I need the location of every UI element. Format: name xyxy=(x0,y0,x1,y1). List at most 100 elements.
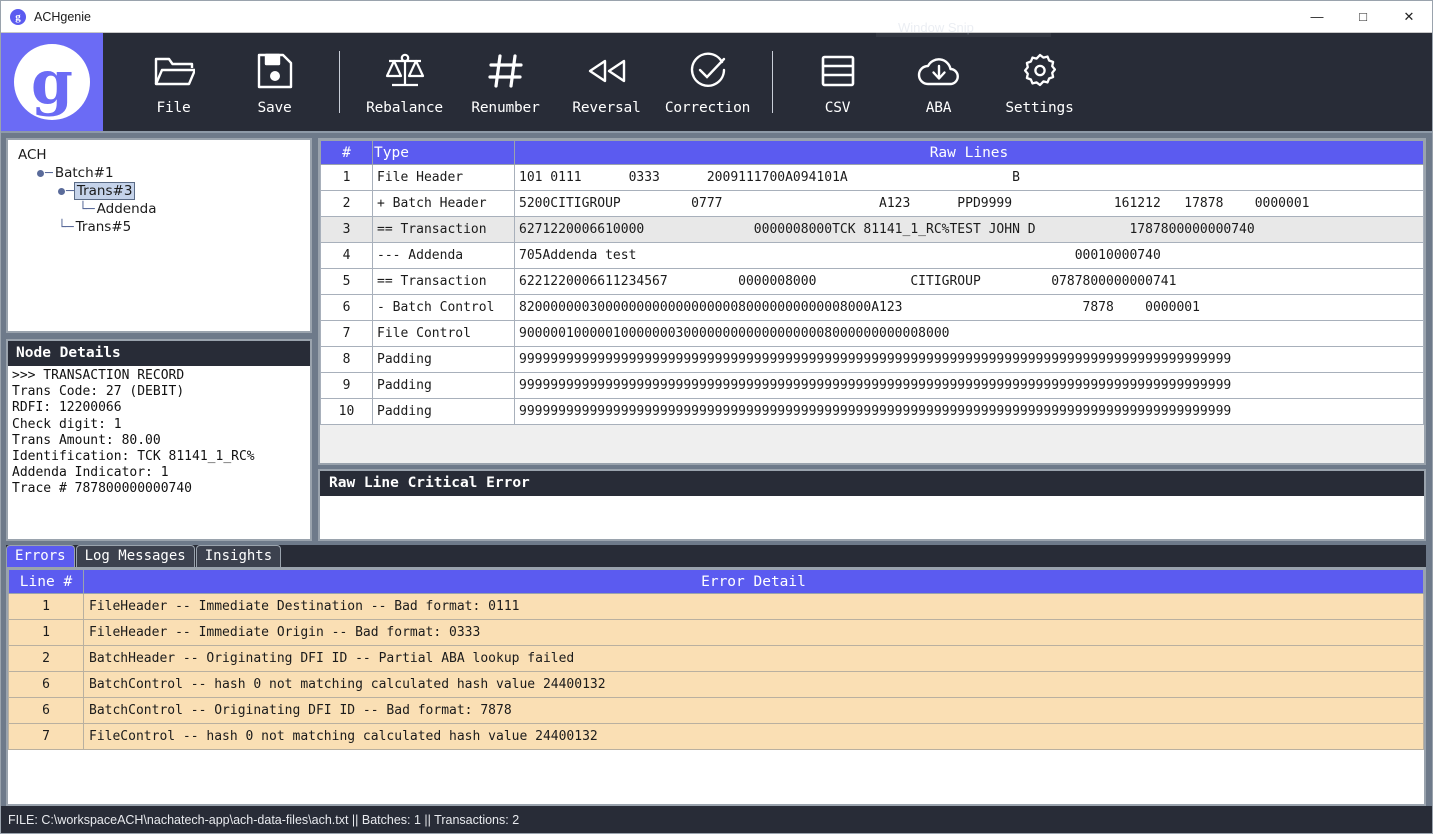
tree-node-addenda[interactable]: └─Addenda xyxy=(16,200,310,218)
error-header-detail[interactable]: Error Detail xyxy=(84,570,1424,594)
error-table-row[interactable]: 7FileControl -- hash 0 not matching calc… xyxy=(9,724,1424,750)
error-table[interactable]: Line # Error Detail 1FileHeader -- Immed… xyxy=(8,569,1424,750)
toolbar-button-reversal[interactable]: Reversal xyxy=(556,40,657,124)
raw-cell-type: Padding xyxy=(373,347,515,373)
raw-table-row[interactable]: 9Padding99999999999999999999999999999999… xyxy=(321,373,1424,399)
toolbar-label-csv: CSV xyxy=(825,100,851,116)
raw-table-row[interactable]: 3== Transaction6271220006610000 00000080… xyxy=(321,217,1424,243)
toolbar-button-correction[interactable]: Correction xyxy=(657,40,758,124)
tree-node-trans-3[interactable]: ─Trans#3 xyxy=(16,182,310,200)
tree-connector-icon: ─ xyxy=(45,166,53,181)
raw-cell-number: 5 xyxy=(321,269,373,295)
toolbar-button-save[interactable]: Save xyxy=(224,40,325,124)
tree-node-label[interactable]: Trans#5 xyxy=(74,219,134,235)
ach-tree-panel[interactable]: ACH─Batch#1─Trans#3└─Addenda└─Trans#5 xyxy=(6,138,312,333)
raw-table-row[interactable]: 5== Transaction6221220006611234567 00000… xyxy=(321,269,1424,295)
errors-panel[interactable]: Line # Error Detail 1FileHeader -- Immed… xyxy=(6,567,1426,806)
maximize-button[interactable]: □ xyxy=(1340,1,1386,32)
tab-insights[interactable]: Insights xyxy=(196,545,281,567)
raw-header-type[interactable]: Type xyxy=(373,141,515,165)
raw-cell-number: 2 xyxy=(321,191,373,217)
tab-log-messages[interactable]: Log Messages xyxy=(76,545,195,567)
node-detail-line: Trace # 787800000000740 xyxy=(12,481,310,497)
error-cell-line-number: 1 xyxy=(9,594,84,620)
title-bar-left: g ACHgenie xyxy=(1,9,91,25)
error-table-row[interactable]: 1FileHeader -- Immediate Destination -- … xyxy=(9,594,1424,620)
error-table-row[interactable]: 6BatchControl -- Originating DFI ID -- B… xyxy=(9,698,1424,724)
toolbar-button-rebalance[interactable]: Rebalance xyxy=(354,40,455,124)
error-cell-detail: FileHeader -- Immediate Origin -- Bad fo… xyxy=(84,620,1424,646)
tree-node-label[interactable]: Trans#3 xyxy=(74,182,136,200)
toolbar-label-renumber: Renumber xyxy=(471,100,539,116)
toolbar-button-file[interactable]: File xyxy=(123,40,224,124)
raw-cell-type: == Transaction xyxy=(373,269,515,295)
tree-expand-handle-icon[interactable] xyxy=(58,188,65,195)
raw-table-row[interactable]: 8Padding99999999999999999999999999999999… xyxy=(321,347,1424,373)
toolbar-button-settings[interactable]: Settings xyxy=(989,40,1090,124)
scales-icon xyxy=(384,49,426,93)
toolbar-label-settings: Settings xyxy=(1005,100,1073,116)
upper-section: ACH─Batch#1─Trans#3└─Addenda└─Trans#5 No… xyxy=(1,133,1432,545)
error-cell-detail: FileHeader -- Immediate Destination -- B… xyxy=(84,594,1424,620)
cloud-download-icon xyxy=(917,49,961,93)
raw-cell-content: 9999999999999999999999999999999999999999… xyxy=(515,399,1424,425)
raw-header-number[interactable]: # xyxy=(321,141,373,165)
raw-cell-number: 4 xyxy=(321,243,373,269)
raw-cell-content: 8200000003000000000000000000800000000000… xyxy=(515,295,1424,321)
raw-table-body: 1File Header101 0111 0333 2009111700A094… xyxy=(321,165,1424,425)
raw-lines-table[interactable]: # Type Raw Lines 1File Header101 0111 03… xyxy=(320,140,1424,425)
application-window: g ACHgenie — □ ✕ Window Snip g File xyxy=(0,0,1433,834)
tree-node-batch-1[interactable]: ─Batch#1 xyxy=(16,164,310,182)
toolbar-label-aba: ABA xyxy=(926,100,952,116)
error-table-row[interactable]: 2BatchHeader -- Originating DFI ID -- Pa… xyxy=(9,646,1424,672)
rewind-icon xyxy=(586,49,628,93)
node-detail-line: Identification: TCK 81141_1_RC% xyxy=(12,449,310,465)
raw-cell-type: - Batch Control xyxy=(373,295,515,321)
raw-table-row[interactable]: 1File Header101 0111 0333 2009111700A094… xyxy=(321,165,1424,191)
raw-cell-type: Padding xyxy=(373,373,515,399)
raw-cell-number: 6 xyxy=(321,295,373,321)
toolbar-button-csv[interactable]: CSV xyxy=(787,40,888,124)
tree-expand-handle-icon[interactable] xyxy=(37,170,44,177)
window-controls: — □ ✕ xyxy=(1294,1,1432,32)
toolbar-button-renumber[interactable]: Renumber xyxy=(455,40,556,124)
raw-table-header-row: # Type Raw Lines xyxy=(321,141,1424,165)
tree-node-label[interactable]: Addenda xyxy=(95,201,159,217)
toolbar-label-file: File xyxy=(156,100,190,116)
raw-table-row[interactable]: 10Padding9999999999999999999999999999999… xyxy=(321,399,1424,425)
node-detail-line: Addenda Indicator: 1 xyxy=(12,465,310,481)
status-bar-text: FILE: C:\workspaceACH\nachatech-app\ach-… xyxy=(8,813,519,827)
error-cell-detail: BatchControl -- hash 0 not matching calc… xyxy=(84,672,1424,698)
raw-table-row[interactable]: 6- Batch Control820000000300000000000000… xyxy=(321,295,1424,321)
node-details-title: Node Details xyxy=(8,341,310,366)
error-cell-line-number: 7 xyxy=(9,724,84,750)
raw-cell-content: 705Addenda test 00010000740 xyxy=(515,243,1424,269)
raw-cell-number: 9 xyxy=(321,373,373,399)
tab-errors[interactable]: Errors xyxy=(6,545,75,567)
app-icon: g xyxy=(10,9,26,25)
toolbar-button-aba[interactable]: ABA xyxy=(888,40,989,124)
raw-header-raw[interactable]: Raw Lines xyxy=(515,141,1424,165)
tree-node-ach[interactable]: ACH xyxy=(16,146,310,164)
left-panel: ACH─Batch#1─Trans#3└─Addenda└─Trans#5 No… xyxy=(1,133,318,545)
hash-icon xyxy=(487,49,525,93)
tree-node-trans-5[interactable]: └─Trans#5 xyxy=(16,218,310,236)
raw-table-row[interactable]: 7File Control900000100000100000003000000… xyxy=(321,321,1424,347)
close-button[interactable]: ✕ xyxy=(1386,1,1432,32)
raw-table-row[interactable]: 4--- Addenda705Addenda test 00010000740 xyxy=(321,243,1424,269)
raw-lines-panel[interactable]: # Type Raw Lines 1File Header101 0111 03… xyxy=(318,138,1426,465)
error-table-row[interactable]: 6BatchControl -- hash 0 not matching cal… xyxy=(9,672,1424,698)
error-table-row[interactable]: 1FileHeader -- Immediate Origin -- Bad f… xyxy=(9,620,1424,646)
tree-node-label[interactable]: Batch#1 xyxy=(53,165,116,181)
raw-cell-content: 9999999999999999999999999999999999999999… xyxy=(515,347,1424,373)
tree-node-label[interactable]: ACH xyxy=(16,147,49,163)
minimize-button[interactable]: — xyxy=(1294,1,1340,32)
ach-tree[interactable]: ACH─Batch#1─Trans#3└─Addenda└─Trans#5 xyxy=(16,146,310,236)
error-table-header-row: Line # Error Detail xyxy=(9,570,1424,594)
lower-section: ErrorsLog MessagesInsights Line # Error … xyxy=(1,545,1432,806)
error-header-line[interactable]: Line # xyxy=(9,570,84,594)
raw-table-row[interactable]: 2+ Batch Header5200CITIGROUP 0777 A123 P… xyxy=(321,191,1424,217)
tree-connector-icon: └─ xyxy=(58,220,74,235)
node-details-panel: Node Details >>> TRANSACTION RECORDTrans… xyxy=(6,339,312,541)
right-panel: # Type Raw Lines 1File Header101 0111 03… xyxy=(318,133,1432,545)
